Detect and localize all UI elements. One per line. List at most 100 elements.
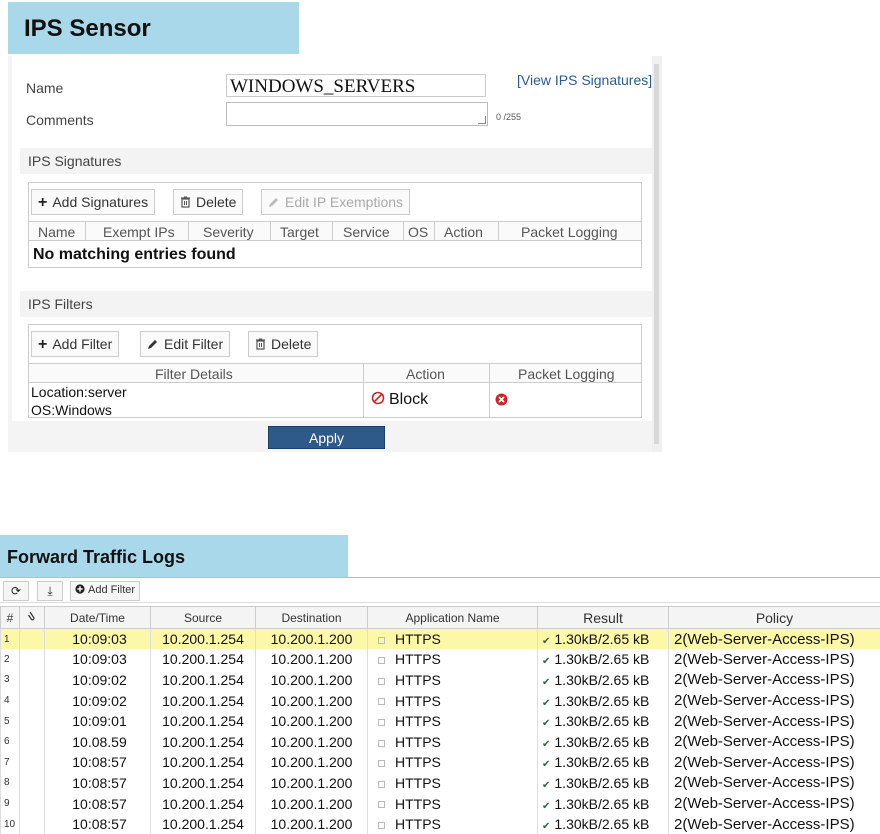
add-filter-button[interactable]: + Add Filter: [31, 331, 120, 357]
table-row[interactable]: 6 10.08.59 10.200.1.254 10.200.1.200 HTTPS ✔ 1…: [0, 731, 880, 753]
result-value: 1.30kB/2.65 kB: [554, 713, 650, 730]
col-os[interactable]: OS: [408, 224, 428, 240]
table-row[interactable]: 1 10:09:03 10.200.1.254 10.200.1.200 HTTPS ✔ 1…: [0, 628, 880, 650]
row-source: 10.200.1.254: [150, 690, 256, 711]
row-index: 4: [0, 690, 20, 711]
row-destination: 10.200.1.200: [255, 628, 368, 650]
edit-ip-exemptions-button[interactable]: Edit IP Exemptions: [261, 189, 411, 215]
refresh-button[interactable]: ⟳: [3, 581, 29, 601]
col-policy[interactable]: Policy: [668, 606, 880, 629]
view-ips-signatures-link[interactable]: [View IPS Signatures]: [517, 72, 652, 88]
col-index[interactable]: #: [0, 606, 20, 629]
ips-sensor-title: IPS Sensor: [8, 2, 299, 54]
app-name: HTTPS: [395, 754, 441, 771]
edit-filter-button[interactable]: Edit Filter: [140, 331, 231, 357]
scrollbar-thumb[interactable]: [654, 64, 659, 444]
add-filter-logs-button[interactable]: Add Filter: [70, 581, 141, 601]
filter-details: Location:server OS:Windows: [31, 383, 127, 419]
check-icon: ✔: [542, 738, 551, 750]
check-icon: ✔: [542, 800, 551, 812]
plus-icon: [75, 584, 85, 594]
row-attachment: [19, 690, 45, 711]
check-icon: ✔: [542, 697, 551, 709]
row-destination: 10.200.1.200: [255, 793, 368, 814]
row-index: 2: [0, 649, 20, 670]
row-application: HTTPS: [367, 628, 538, 650]
col-filter-details[interactable]: Filter Details: [155, 366, 233, 382]
row-policy: 2(Web-Server-Access-IPS): [668, 649, 880, 670]
download-button[interactable]: ⤓: [37, 581, 63, 601]
check-icon: ✔: [542, 718, 551, 730]
table-row[interactable]: 10 10:08:57 10.200.1.254 10.200.1.200 HTTPS ✔…: [0, 813, 880, 834]
table-row[interactable]: 7 10:08:57 10.200.1.254 10.200.1.200 HTTPS ✔ 1…: [0, 752, 880, 773]
col-packet-logging[interactable]: Packet Logging: [521, 224, 618, 240]
resize-grip-icon[interactable]: [478, 116, 486, 124]
col-name[interactable]: Name: [38, 224, 75, 240]
table-row[interactable]: 8 10:08:57 10.200.1.254 10.200.1.200 HTTPS ✔ 1…: [0, 772, 880, 794]
col-filter-packet-logging[interactable]: Packet Logging: [518, 366, 615, 382]
app-icon: [378, 718, 385, 726]
row-result: ✔ 1.30kB/2.65 kB: [537, 752, 669, 773]
plus-icon: +: [38, 336, 48, 353]
result-value: 1.30kB/2.65 kB: [554, 754, 650, 771]
app-name: HTTPS: [395, 774, 441, 791]
plus-icon: +: [38, 194, 48, 211]
row-index: 10: [0, 813, 20, 834]
row-index: 6: [0, 731, 20, 753]
row-datetime: 10:08:57: [44, 752, 151, 773]
row-index: 1: [0, 628, 20, 650]
row-index: 7: [0, 752, 20, 773]
add-filter-logs-label: Add Filter: [88, 584, 136, 596]
row-result: ✔ 1.30kB/2.65 kB: [537, 628, 669, 650]
row-attachment: [19, 710, 45, 732]
ips-sensor-form: Name WINDOWS_SERVERS [View IPS Signature…: [12, 56, 657, 421]
apply-button[interactable]: Apply: [268, 426, 385, 449]
col-target[interactable]: Target: [280, 224, 319, 240]
filter-row[interactable]: Location:server OS:Windows Block: [29, 383, 641, 419]
col-filter-action[interactable]: Action: [406, 366, 445, 382]
row-index: 8: [0, 772, 20, 794]
row-policy: 2(Web-Server-Access-IPS): [668, 628, 880, 650]
signatures-header-row: Name Exempt IPs Severity Target Service …: [29, 221, 641, 241]
col-destination[interactable]: Destination: [255, 606, 368, 629]
delete-filter-button[interactable]: Delete: [248, 331, 319, 357]
table-row[interactable]: 9 10:08:57 10.200.1.254 10.200.1.200 HTTPS ✔ 1…: [0, 793, 880, 814]
result-value: 1.30kB/2.65 kB: [554, 774, 650, 791]
row-result: ✔ 1.30kB/2.65 kB: [537, 669, 669, 691]
table-row[interactable]: 5 10:09:01 10.200.1.254 10.200.1.200 HTTPS ✔ 1…: [0, 710, 880, 732]
check-icon: ✔: [542, 821, 551, 833]
col-severity[interactable]: Severity: [203, 224, 254, 240]
col-exempt-ips[interactable]: Exempt IPs: [103, 224, 175, 240]
result-value: 1.30kB/2.65 kB: [554, 816, 650, 833]
col-result[interactable]: Result: [537, 606, 669, 629]
comments-char-count: 0 /255: [496, 112, 522, 122]
name-input[interactable]: WINDOWS_SERVERS: [226, 74, 486, 97]
row-attachment: [19, 669, 45, 691]
forward-traffic-logs-title: Forward Traffic Logs: [0, 535, 348, 577]
ips-panel-scrollbar[interactable]: [652, 56, 662, 452]
table-row[interactable]: 2 10:09:03 10.200.1.254 10.200.1.200 HTTPS ✔ 1…: [0, 649, 880, 670]
delete-signature-button[interactable]: Delete: [173, 189, 244, 215]
col-datetime[interactable]: Date/Time: [44, 606, 151, 629]
add-signatures-button[interactable]: + Add Signatures: [31, 189, 156, 215]
table-row[interactable]: 4 10:09:02 10.200.1.254 10.200.1.200 HTTPS ✔ 1…: [0, 690, 880, 711]
trash-icon: [256, 338, 265, 350]
app-icon: [378, 780, 385, 788]
check-icon: ✔: [542, 759, 551, 771]
table-row[interactable]: 3 10:09:02 10.200.1.254 10.200.1.200 HTTPS ✔ 1…: [0, 669, 880, 691]
row-policy: 2(Web-Server-Access-IPS): [668, 793, 880, 814]
row-destination: 10.200.1.200: [255, 710, 368, 732]
row-index: 3: [0, 669, 20, 691]
col-application[interactable]: Application Name: [367, 606, 538, 629]
row-result: ✔ 1.30kB/2.65 kB: [537, 690, 669, 711]
filter-details-os: OS:Windows: [31, 402, 112, 418]
col-action[interactable]: Action: [444, 224, 483, 240]
col-attachment[interactable]: [19, 606, 45, 629]
row-result: ✔ 1.30kB/2.65 kB: [537, 649, 669, 670]
row-application: HTTPS: [367, 752, 538, 773]
app-icon: [378, 677, 385, 685]
col-service[interactable]: Service: [343, 224, 390, 240]
result-value: 1.30kB/2.65 kB: [554, 795, 650, 812]
col-source[interactable]: Source: [150, 606, 256, 629]
comments-textarea[interactable]: [226, 102, 488, 126]
